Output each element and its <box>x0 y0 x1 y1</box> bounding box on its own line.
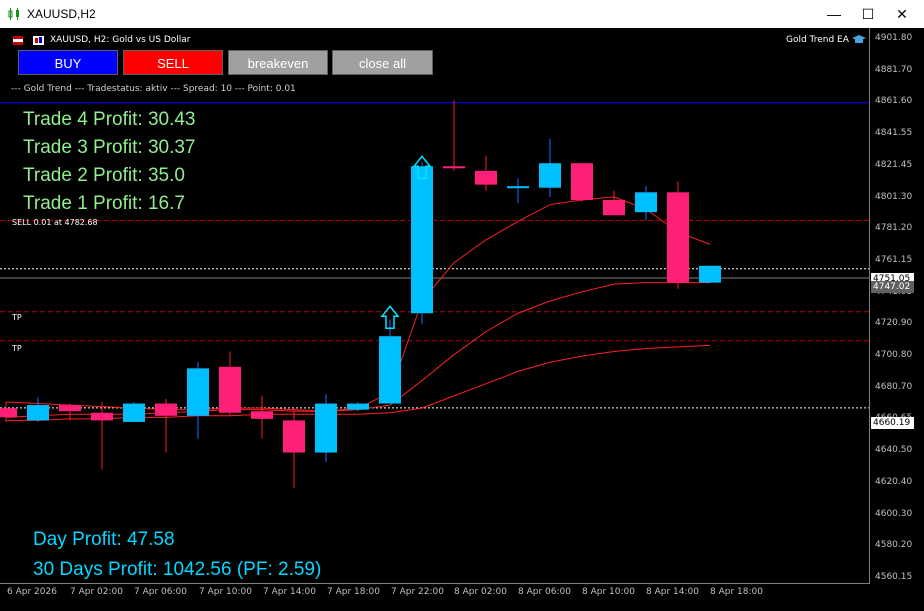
window-titlebar: XAUUSD,H2 — ☐ ✕ <box>0 0 924 29</box>
time-axis-label: 8 Apr 10:00 <box>582 587 635 597</box>
price-axis-label: 4801.30 <box>875 191 913 202</box>
candle-body <box>347 403 369 410</box>
tp-label-1: TP <box>12 313 22 322</box>
close-all-button[interactable]: close all <box>332 50 433 75</box>
tp-label-2: TP <box>12 344 22 353</box>
time-axis-label: 7 Apr 02:00 <box>70 587 123 597</box>
price-line-tag: 4660.19 <box>871 417 914 429</box>
graduation-cap-icon <box>852 35 866 43</box>
candle-body <box>379 336 401 404</box>
time-axis-label: 7 Apr 22:00 <box>391 587 444 597</box>
minimize-button[interactable]: — <box>816 0 852 28</box>
price-axis-label: 4640.50 <box>875 445 913 456</box>
candle-body <box>123 403 145 422</box>
candle-body <box>91 412 113 421</box>
breakeven-button[interactable]: breakeven <box>228 50 328 75</box>
time-axis-border <box>0 583 870 584</box>
maximize-button[interactable]: ☐ <box>850 0 886 28</box>
candlestick-chart-icon <box>8 8 19 20</box>
time-axis-label: 7 Apr 06:00 <box>134 587 187 597</box>
price-axis-label: 4901.80 <box>875 33 913 43</box>
price-axis-label: 4700.80 <box>875 350 913 360</box>
time-axis-label: 8 Apr 14:00 <box>646 587 699 597</box>
candle-body <box>0 408 17 418</box>
price-axis-border <box>869 28 870 583</box>
price-axis-label: 4580.20 <box>875 540 913 551</box>
candle-body <box>443 166 465 169</box>
candle-body <box>571 163 593 200</box>
price-axis-label: 4781.20 <box>875 223 913 234</box>
candle-body <box>251 411 273 419</box>
candle-body <box>283 420 305 453</box>
time-axis-label: 7 Apr 14:00 <box>263 587 316 597</box>
candle-body <box>155 403 177 416</box>
time-axis-label: 6 Apr 2026 <box>7 587 57 597</box>
thirty-day-profit: 30 Days Profit: 1042.56 (PF: 2.59) <box>33 559 322 580</box>
expert-advisor-name[interactable]: Gold Trend EA <box>786 35 849 45</box>
trade-2-profit: Trade 2 Profit: 35.0 <box>23 165 185 186</box>
candle-body <box>475 170 497 185</box>
price-axis-label: 4861.60 <box>875 96 913 107</box>
price-axis-label: 4560.15 <box>875 571 913 582</box>
moving-average-fast <box>5 196 711 412</box>
close-button[interactable]: ✕ <box>884 0 920 28</box>
candle-body <box>187 368 209 416</box>
ask-price-tag: 4747.02 <box>871 281 914 293</box>
candle-body <box>635 192 657 213</box>
candle-body <box>59 405 81 412</box>
time-axis-label: 8 Apr 06:00 <box>518 587 571 597</box>
price-axis-label: 4620.40 <box>875 476 913 487</box>
price-axis-label: 4821.45 <box>875 159 913 170</box>
candle-body <box>219 366 241 413</box>
ea-status-line: --- Gold Trend --- Tradestatus: aktiv --… <box>11 84 296 94</box>
day-profit: Day Profit: 47.58 <box>33 529 175 550</box>
price-axis-label: 4761.15 <box>875 254 913 265</box>
trade-4-profit: Trade 4 Profit: 30.43 <box>23 109 196 130</box>
window-title: XAUUSD,H2 <box>27 7 96 21</box>
candle-body <box>603 199 625 216</box>
candle-body <box>667 192 689 283</box>
candle-body <box>507 186 529 189</box>
price-axis-label: 4680.70 <box>875 381 913 392</box>
trade-icon <box>33 36 44 45</box>
candle-body <box>539 163 561 188</box>
time-axis-label: 8 Apr 02:00 <box>454 587 507 597</box>
sell-button[interactable]: SELL <box>123 50 223 75</box>
trade-1-profit: Trade 1 Profit: 16.7 <box>23 193 185 214</box>
moving-average-mid <box>5 282 710 418</box>
candle-body <box>315 403 337 453</box>
buy-button[interactable]: BUY <box>18 50 118 75</box>
candle-body <box>27 405 49 421</box>
time-axis-label: 8 Apr 18:00 <box>710 587 763 597</box>
time-axis-label: 7 Apr 18:00 <box>327 587 380 597</box>
trade-3-profit: Trade 3 Profit: 30.37 <box>23 137 196 158</box>
candle-body <box>411 166 433 314</box>
flag-icon <box>13 36 23 45</box>
price-axis-label: 4600.30 <box>875 508 913 519</box>
symbol-description: XAUUSD, H2: Gold vs US Dollar <box>50 35 191 45</box>
price-axis-label: 4720.90 <box>875 318 913 329</box>
price-axis-label: 4881.70 <box>875 64 913 75</box>
time-axis-label: 7 Apr 10:00 <box>199 587 252 597</box>
price-axis-label: 4841.55 <box>875 128 913 139</box>
sell-order-label: SELL 0.01 at 4782.68 <box>12 218 98 227</box>
candle-body <box>699 265 721 283</box>
